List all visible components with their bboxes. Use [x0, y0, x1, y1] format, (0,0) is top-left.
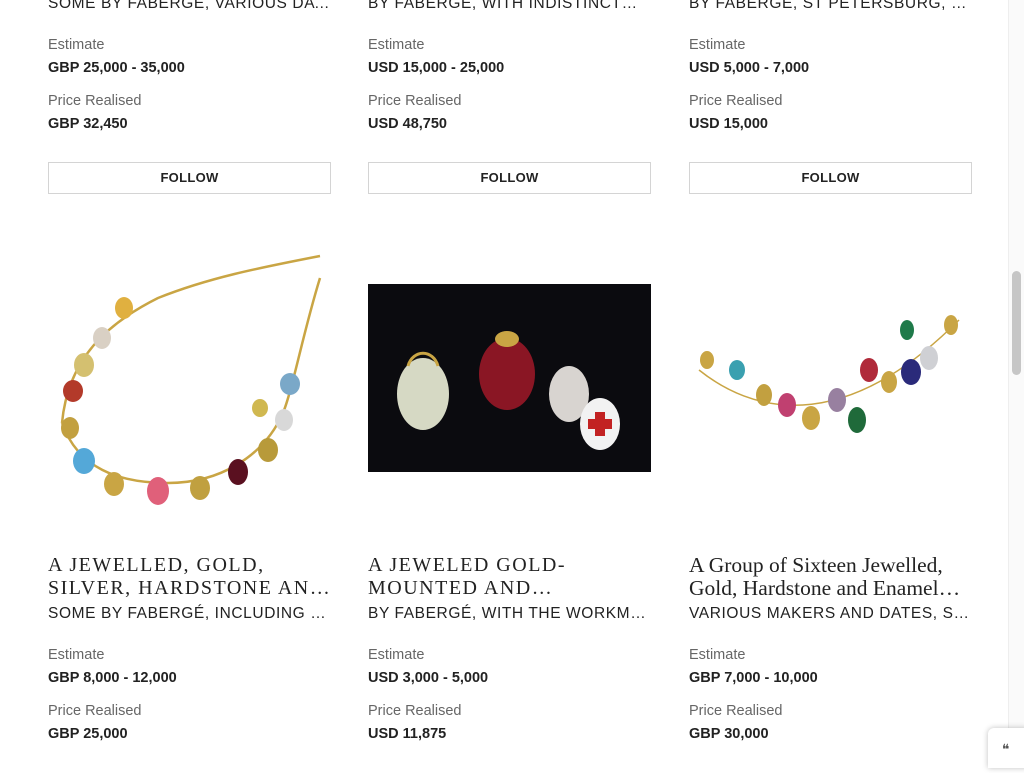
- estimate-value: GBP 8,000 - 12,000: [48, 670, 177, 686]
- lot-subtitle[interactable]: BY FABERGÉ, WITH THE WORKMASTER'…: [368, 604, 651, 624]
- estimate-label: Estimate: [368, 647, 425, 663]
- lot-card: A Group of Sixteen Jewelled, Gold, Hards…: [689, 554, 972, 742]
- price-realised-value: USD 48,750: [368, 116, 447, 132]
- estimate-label: Estimate: [48, 647, 105, 663]
- svg-text:❝: ❝: [1002, 742, 1010, 758]
- price-realised-label: Price Realised: [689, 93, 783, 109]
- price-realised-label: Price Realised: [48, 703, 142, 719]
- scrollbar-thumb[interactable]: [1012, 271, 1021, 375]
- lot-title[interactable]: A JEWELLED, GOLD, SILVER, HARDSTONE AND …: [48, 554, 331, 600]
- follow-button[interactable]: FOLLOW: [48, 162, 331, 194]
- price-realised-value: USD 15,000: [689, 116, 768, 132]
- estimate-label: Estimate: [48, 37, 105, 53]
- follow-button[interactable]: FOLLOW: [368, 162, 651, 194]
- price-realised-label: Price Realised: [368, 703, 462, 719]
- lot-subtitle[interactable]: BY FABERGÉ, WITH INDISTINCT…: [368, 0, 651, 14]
- follow-button[interactable]: FOLLOW: [689, 162, 972, 194]
- price-realised-value: GBP 32,450: [48, 116, 128, 132]
- estimate-label: Estimate: [368, 37, 425, 53]
- estimate-label: Estimate: [689, 37, 746, 53]
- lot-image-necklace[interactable]: [48, 238, 331, 523]
- chat-widget-button[interactable]: ❝: [988, 728, 1024, 768]
- page-scrollbar[interactable]: [1008, 0, 1024, 764]
- lot-image-egg-group[interactable]: [689, 300, 972, 460]
- price-realised-value: GBP 30,000: [689, 726, 769, 742]
- price-realised-value: GBP 25,000: [48, 726, 128, 742]
- lot-subtitle[interactable]: SOME BY FABERGÉ, INCLUDING WITH…: [48, 604, 331, 624]
- lot-image-egg-pendants[interactable]: [368, 284, 651, 472]
- estimate-value: GBP 25,000 - 35,000: [48, 60, 185, 76]
- lot-title[interactable]: A JEWELED GOLD-MOUNTED AND PURPURINE EGG…: [368, 554, 651, 600]
- lot-subtitle[interactable]: BY FABERGÉ, ST PETERSBURG, CIRCA…: [689, 0, 972, 14]
- lot-subtitle[interactable]: SOME BY FABERGÉ, VARIOUS DATE AN…: [48, 0, 331, 14]
- estimate-value: GBP 7,000 - 10,000: [689, 670, 818, 686]
- lot-title[interactable]: A Group of Sixteen Jewelled, Gold, Hards…: [689, 554, 972, 600]
- price-realised-label: Price Realised: [48, 93, 142, 109]
- estimate-label: Estimate: [689, 647, 746, 663]
- estimate-value: USD 5,000 - 7,000: [689, 60, 810, 76]
- lot-subtitle[interactable]: VARIOUS MAKERS AND DATES, SOME…: [689, 604, 972, 624]
- lot-card: A JEWELED GOLD-MOUNTED AND PURPURINE EGG…: [368, 554, 651, 742]
- chat-icon: ❝: [1002, 742, 1010, 758]
- estimate-value: USD 15,000 - 25,000: [368, 60, 505, 76]
- price-realised-label: Price Realised: [368, 93, 462, 109]
- lot-card: A JEWELLED, GOLD, SILVER, HARDSTONE AND …: [48, 554, 331, 742]
- price-realised-value: USD 11,875: [368, 726, 447, 742]
- estimate-value: USD 3,000 - 5,000: [368, 670, 489, 686]
- price-realised-label: Price Realised: [689, 703, 783, 719]
